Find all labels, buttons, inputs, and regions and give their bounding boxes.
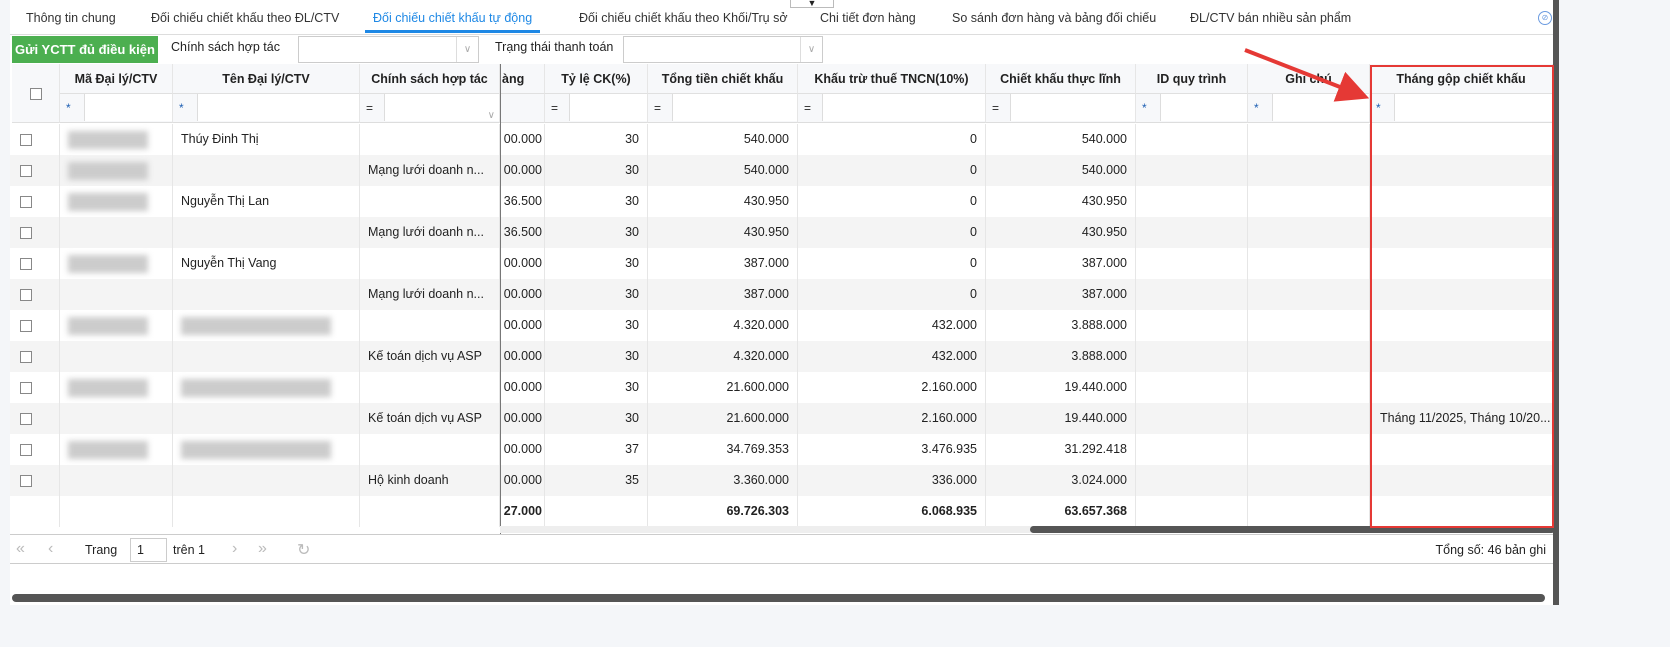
- annotation-arrow: [1244, 48, 1370, 102]
